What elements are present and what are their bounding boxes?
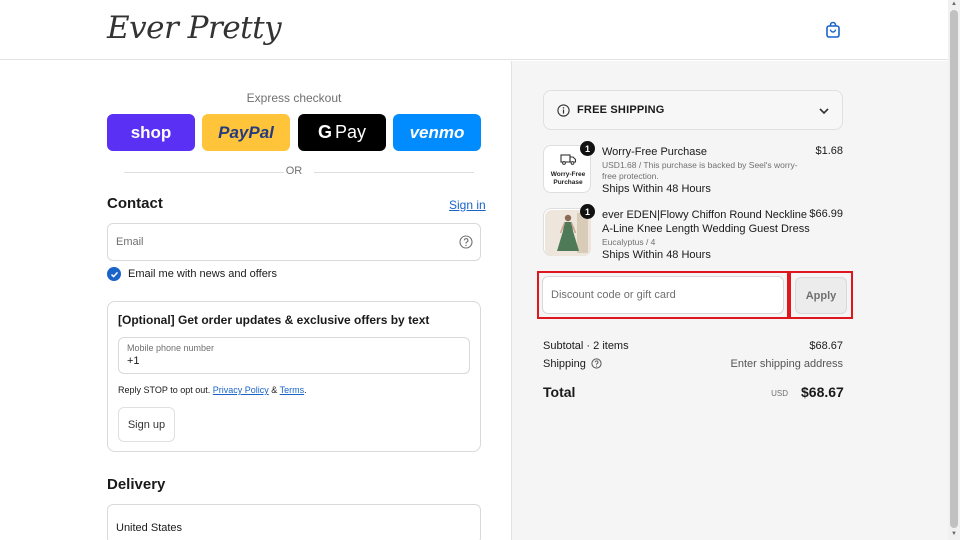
sms-optin-box: [Optional] Get order updates & exclusive…: [107, 301, 481, 452]
google-pay-button[interactable]: G Pay: [298, 114, 386, 151]
shop-pay-label: shop: [130, 122, 172, 142]
privacy-policy-link[interactable]: Privacy Policy: [213, 385, 269, 395]
email-input[interactable]: [108, 224, 448, 260]
paypal-button[interactable]: PayPal: [202, 114, 290, 151]
google-pay-label: Pay: [334, 122, 367, 142]
item-name: Worry-Free Purchase: [602, 146, 707, 158]
subtotal-label: Subtotal · 2 items: [543, 340, 629, 352]
item-price: $1.68: [815, 145, 843, 157]
total-value: $68.67: [801, 384, 844, 400]
free-shipping-text: FREE SHIPPING: [577, 104, 665, 116]
discount-code-input[interactable]: [542, 276, 784, 314]
total-label: Total: [543, 384, 576, 400]
item-shipping-note: Ships Within 48 Hours: [602, 249, 711, 261]
scrollbar-thumb[interactable]: [950, 10, 958, 528]
sms-signup-button[interactable]: Sign up: [118, 407, 175, 442]
country-value: United States: [116, 522, 183, 534]
header: Ever Pretty: [0, 0, 948, 60]
thumb-text: Purchase: [553, 179, 583, 186]
line-item: 1 ever EDEN|Flowy Chiffon Round Neckline…: [543, 204, 843, 264]
item-name: ever EDEN|Flowy Chiffon Round Neckline: [602, 209, 808, 221]
quantity-badge: 1: [580, 141, 595, 156]
store-logo[interactable]: Ever Pretty: [107, 10, 282, 46]
line-item: Worry-Free Purchase 1 Worry-Free Purchas…: [543, 141, 843, 201]
shipping-value: Enter shipping address: [730, 358, 843, 370]
free-shipping-banner[interactable]: FREE SHIPPING: [543, 90, 843, 130]
sms-optin-title: [Optional] Get order updates & exclusive…: [118, 313, 430, 327]
item-price: $66.99: [809, 208, 843, 220]
sms-note-text: Reply STOP to opt out.: [118, 385, 211, 395]
shipping-help-icon[interactable]: [591, 358, 602, 369]
apply-discount-button[interactable]: Apply: [795, 277, 847, 314]
sms-note: Reply STOP to opt out. Privacy Policy & …: [118, 385, 307, 395]
subtotal-value: $68.67: [809, 340, 843, 352]
total-currency: USD: [771, 389, 788, 398]
item-shipping-note: Ships Within 48 Hours: [602, 183, 711, 195]
shipping-label: Shipping: [543, 358, 586, 370]
sms-note-amp: &: [271, 385, 278, 395]
sms-note-period: .: [304, 385, 307, 395]
country-select[interactable]: United States: [107, 504, 481, 540]
scroll-up-arrow-icon[interactable]: ▲: [951, 1, 957, 7]
item-variant: Eucalyptus / 4: [602, 237, 656, 247]
news-checkbox[interactable]: [107, 267, 121, 281]
venmo-label: venmo: [409, 122, 465, 142]
item-description: USD1.68 / This purchase is backed by See…: [602, 160, 798, 181]
email-field[interactable]: [107, 223, 481, 261]
contact-heading: Contact: [107, 195, 163, 212]
shopping-bag-icon[interactable]: [824, 21, 842, 39]
paypal-label: PayPal: [218, 122, 274, 142]
chevron-down-icon[interactable]: [818, 105, 830, 117]
terms-link[interactable]: Terms: [280, 385, 305, 395]
phone-input[interactable]: +1: [127, 355, 140, 367]
or-divider: OR: [107, 165, 481, 179]
sign-in-link[interactable]: Sign in: [449, 198, 486, 212]
quantity-badge: 1: [580, 204, 595, 219]
delivery-heading: Delivery: [107, 476, 166, 493]
order-summary: FREE SHIPPING Worry-Free Purchase 1 Worr…: [511, 61, 948, 540]
phone-field[interactable]: Mobile phone number +1: [118, 337, 470, 374]
checkout-main: Express checkout shop PayPal G Pay venmo …: [0, 61, 511, 540]
dress-thumbnail: 1: [543, 204, 595, 256]
subtotal-row: Subtotal · 2 items $68.67: [543, 340, 843, 352]
thumb-text: Worry-Free: [551, 171, 586, 178]
or-text: OR: [285, 165, 303, 177]
scroll-down-arrow-icon[interactable]: ▼: [951, 531, 957, 537]
shipping-row: Shipping Enter shipping address: [543, 358, 843, 370]
google-g-icon: G: [317, 122, 332, 142]
news-checkbox-label[interactable]: Email me with news and offers: [128, 268, 277, 280]
info-icon: [557, 104, 570, 117]
worry-free-thumbnail: Worry-Free Purchase 1: [543, 141, 595, 193]
checkmark-icon: [110, 271, 118, 278]
page-scrollbar[interactable]: ▲ ▼: [948, 0, 960, 540]
venmo-button[interactable]: venmo: [393, 114, 481, 151]
phone-field-label: Mobile phone number: [127, 343, 215, 353]
item-name-line2: A-Line Knee Length Wedding Guest Dress: [602, 223, 810, 235]
express-checkout-title: Express checkout: [246, 91, 342, 105]
shop-pay-button[interactable]: shop: [107, 114, 195, 151]
help-icon[interactable]: [459, 235, 473, 249]
